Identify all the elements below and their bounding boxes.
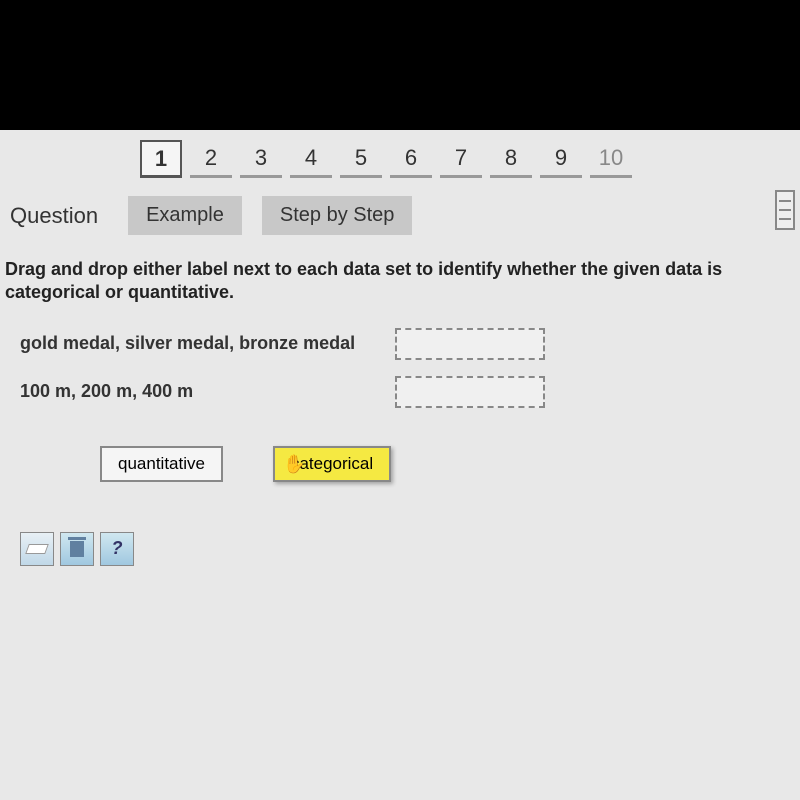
question-nav-2[interactable]: 2 xyxy=(190,140,232,178)
question-nav-4[interactable]: 4 xyxy=(290,140,332,178)
data-row-1: gold medal, silver medal, bronze medal xyxy=(0,320,800,368)
data-label-2: 100 m, 200 m, 400 m xyxy=(20,381,380,402)
content-area: 1 2 3 4 5 6 7 8 9 10 Question Example St… xyxy=(0,130,800,800)
tab-step-by-step[interactable]: Step by Step xyxy=(262,196,413,235)
question-nav-9[interactable]: 9 xyxy=(540,140,582,178)
tab-example[interactable]: Example xyxy=(128,196,242,235)
draggable-categorical-label: categorical xyxy=(291,454,373,473)
question-nav-5[interactable]: 5 xyxy=(340,140,382,178)
drop-zone-2[interactable] xyxy=(395,376,545,408)
trash-icon xyxy=(70,541,84,557)
data-label-1: gold medal, silver medal, bronze medal xyxy=(20,333,380,354)
draggable-row: quantitative categorical ✋ xyxy=(0,416,800,502)
question-navigation: 1 2 3 4 5 6 7 8 9 10 xyxy=(0,130,800,188)
tab-row: Question Example Step by Step xyxy=(0,188,800,243)
help-button[interactable]: ? xyxy=(100,532,134,566)
question-nav-7[interactable]: 7 xyxy=(440,140,482,178)
drop-zone-1[interactable] xyxy=(395,328,545,360)
draggable-quantitative[interactable]: quantitative xyxy=(100,446,223,482)
toolbar-bottom: ? xyxy=(0,502,800,596)
question-nav-10[interactable]: 10 xyxy=(590,140,632,178)
draggable-categorical[interactable]: categorical ✋ xyxy=(273,446,391,482)
tab-question[interactable]: Question xyxy=(0,197,108,235)
top-black-bar xyxy=(0,0,800,130)
data-row-2: 100 m, 200 m, 400 m xyxy=(0,368,800,416)
question-nav-8[interactable]: 8 xyxy=(490,140,532,178)
eraser-button[interactable] xyxy=(20,532,54,566)
instructions-text: Drag and drop either label next to each … xyxy=(0,243,800,320)
trash-button[interactable] xyxy=(60,532,94,566)
question-nav-3[interactable]: 3 xyxy=(240,140,282,178)
eraser-icon xyxy=(25,544,49,554)
sidebar-toggle-icon[interactable] xyxy=(775,190,795,230)
question-nav-1[interactable]: 1 xyxy=(140,140,182,178)
question-nav-6[interactable]: 6 xyxy=(390,140,432,178)
